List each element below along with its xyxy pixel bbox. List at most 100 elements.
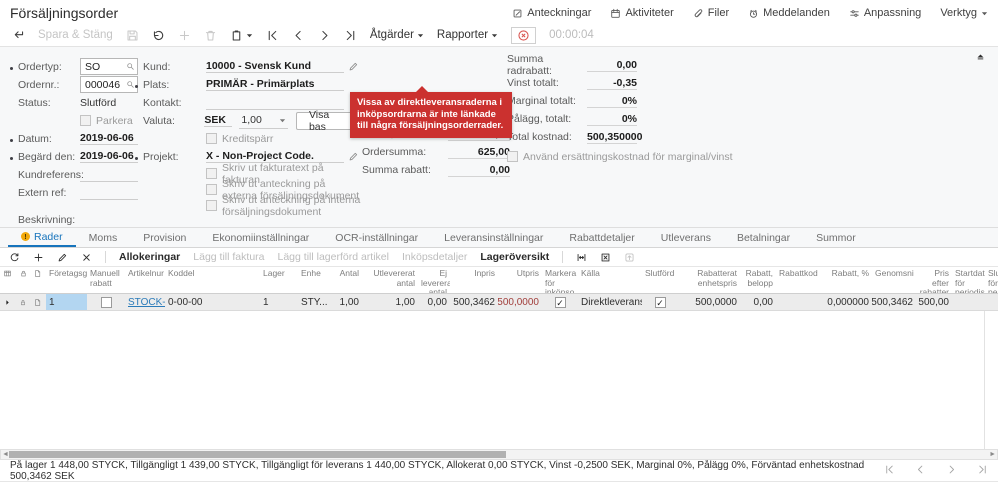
- column-header-källa[interactable]: Källa: [578, 267, 642, 293]
- column-header-enhe[interactable]: Enhe: [298, 267, 332, 293]
- edit-pencil-icon[interactable]: [348, 151, 359, 162]
- menu-filer[interactable]: Filer: [693, 7, 729, 19]
- cell-enhe[interactable]: STY...: [298, 294, 332, 310]
- go-next-button[interactable]: [318, 29, 331, 42]
- add-row-button[interactable]: [33, 252, 44, 263]
- cell-rabattkod[interactable]: [776, 294, 824, 310]
- column-header-slutförd[interactable]: Slutförd: [642, 267, 678, 293]
- lägg-till-lagerförd-artikel-button[interactable]: Lägg till lagerförd artikel: [278, 251, 389, 263]
- lägg-till-faktura-button[interactable]: Lägg till faktura: [193, 251, 264, 263]
- pager-last-button[interactable]: [977, 464, 988, 478]
- add-button[interactable]: [178, 29, 191, 42]
- allokeringar-button[interactable]: Allokeringar: [119, 251, 180, 263]
- stop-processing-button[interactable]: [511, 26, 537, 44]
- cell-slutdatum-för-periodisering[interactable]: [985, 294, 998, 310]
- cell-inpris[interactable]: 500,3462: [450, 294, 498, 310]
- cell-manuell-rabatt[interactable]: [87, 294, 125, 310]
- ordertyp-input[interactable]: SO: [80, 58, 138, 75]
- cell-slutförd[interactable]: ✓: [642, 294, 678, 310]
- cell-ej-levererat-antal[interactable]: 0,00: [418, 294, 450, 310]
- search-icon[interactable]: [126, 62, 135, 71]
- tab-ocr-inställningar[interactable]: OCR-inställningar: [322, 228, 431, 247]
- go-first-button[interactable]: [266, 29, 279, 42]
- menu-anpassning[interactable]: Anpassning: [849, 7, 921, 19]
- cell-koddel[interactable]: 0-00-00: [165, 294, 260, 310]
- cell-utpris[interactable]: !500,0000: [498, 294, 542, 310]
- tab-provision[interactable]: Provision: [130, 228, 199, 247]
- column-header-rabatt[interactable]: Rabatt, %: [824, 267, 872, 293]
- cell-markera-för-inköpso[interactable]: ✓: [542, 294, 578, 310]
- cell-källa[interactable]: Direktleverans: [578, 294, 642, 310]
- cell-rabatt[interactable]: 0,000000: [824, 294, 872, 310]
- edit-row-button[interactable]: [57, 252, 68, 263]
- lageröversikt-button[interactable]: Lageröversikt: [480, 251, 549, 263]
- menu-meddelanden[interactable]: Meddelanden: [748, 7, 830, 19]
- pager-first-button[interactable]: [884, 464, 895, 478]
- kundreferens-input[interactable]: [80, 167, 138, 182]
- tab-leveransinställningar[interactable]: Leveransinställningar: [431, 228, 556, 247]
- cell-genomsni[interactable]: 500,3462: [872, 294, 916, 310]
- column-header-startdatum-för-periodiser[interactable]: Startdatum för periodiser: [952, 267, 985, 293]
- parkera-checkbox[interactable]: [80, 115, 91, 126]
- cell-rabatt-belopp[interactable]: 0,00: [740, 294, 776, 310]
- column-header-pris-efter-rabatter[interactable]: Pris efter rabatter: [916, 267, 952, 293]
- actions-menu-button[interactable]: Åtgärder: [370, 29, 424, 41]
- inköpsdetaljer-button[interactable]: Inköpsdetaljer: [402, 251, 467, 263]
- pager-next-button[interactable]: [946, 464, 957, 478]
- tab-moms[interactable]: Moms: [76, 228, 131, 247]
- column-header-lock[interactable]: [16, 267, 30, 293]
- column-header-markera-för-inköpso[interactable]: Markera för inköpso: [542, 267, 578, 293]
- refresh-grid-button[interactable]: [9, 252, 20, 263]
- ordernr-input[interactable]: 000046: [80, 76, 138, 93]
- column-header-lager[interactable]: Lager: [260, 267, 298, 293]
- column-header-företagsg[interactable]: Företagsg: [46, 267, 87, 293]
- column-header-doc[interactable]: [30, 267, 46, 293]
- menu-verktyg[interactable]: Verktyg: [940, 7, 988, 19]
- menu-anteckningar[interactable]: Anteckningar: [512, 7, 591, 19]
- reports-menu-button[interactable]: Rapporter: [437, 29, 498, 41]
- extern-ref-input[interactable]: [80, 185, 138, 200]
- edit-pencil-icon[interactable]: [348, 61, 359, 72]
- tab-rabattdetaljer[interactable]: Rabattdetaljer: [556, 228, 647, 247]
- collapse-panel-icon[interactable]: [975, 51, 986, 62]
- tab-rader[interactable]: ! Rader: [8, 228, 76, 247]
- scroll-left-arrow[interactable]: ◄: [2, 451, 9, 459]
- upload-button[interactable]: [624, 252, 635, 263]
- cell-företagsg[interactable]: 1: [46, 294, 87, 310]
- pager-previous-button[interactable]: [915, 464, 926, 478]
- cell-utlevererat-antal[interactable]: 1,00: [362, 294, 418, 310]
- column-header-antal[interactable]: Antal: [332, 267, 362, 293]
- save-button[interactable]: [126, 29, 139, 42]
- kund-value[interactable]: 10000 - Svensk Kund: [206, 60, 344, 73]
- tab-summor[interactable]: Summor: [803, 228, 869, 247]
- cell-doc[interactable]: [30, 294, 46, 310]
- column-header-rabattkod[interactable]: Rabattkod: [776, 267, 824, 293]
- begard-den-value[interactable]: 2019-06-06: [80, 150, 138, 163]
- column-header-slutdatum-för-periodisering[interactable]: Slutdatum för periodisering: [985, 267, 998, 293]
- plats-value[interactable]: PRIMÄR - Primärplats: [206, 78, 344, 91]
- undo-button[interactable]: [152, 29, 165, 42]
- cell-row-expander[interactable]: [0, 294, 16, 310]
- cell-artikelnur[interactable]: STOCK-I...: [125, 294, 165, 310]
- grid-row[interactable]: 1STOCK-I...0-00-001STY...1,001,000,00500…: [0, 294, 998, 311]
- column-header-utlevererat-antal[interactable]: Utlevererat antal: [362, 267, 418, 293]
- delete-button[interactable]: [204, 29, 217, 42]
- horizontal-scrollbar[interactable]: ◄ ►: [0, 449, 998, 460]
- cell-antal[interactable]: 1,00: [332, 294, 362, 310]
- column-header-rabatt-belopp[interactable]: Rabatt, belopp: [740, 267, 776, 293]
- datum-value[interactable]: 2019-06-06: [80, 132, 138, 145]
- copy-paste-button[interactable]: [230, 29, 253, 42]
- scroll-right-arrow[interactable]: ►: [989, 451, 996, 459]
- column-header-ej-levererat-antal[interactable]: Ej levererat antal: [418, 267, 450, 293]
- go-previous-button[interactable]: [292, 29, 305, 42]
- kreditsparr-checkbox[interactable]: [206, 133, 217, 144]
- currency-value[interactable]: SEK: [204, 114, 232, 127]
- tab-ekonomiinställningar[interactable]: Ekonomiinställningar: [199, 228, 322, 247]
- cell-startdatum-för-periodiser[interactable]: [952, 294, 985, 310]
- cell-pris-efter-rabatter[interactable]: 500,00: [916, 294, 952, 310]
- column-header-inpris[interactable]: Inpris: [450, 267, 498, 293]
- go-last-button[interactable]: [344, 29, 357, 42]
- cell-rabatterat-enhetspris[interactable]: 500,0000: [678, 294, 740, 310]
- column-header-grid-settings[interactable]: [0, 267, 16, 293]
- save-close-button[interactable]: Spara & Stäng: [38, 29, 113, 41]
